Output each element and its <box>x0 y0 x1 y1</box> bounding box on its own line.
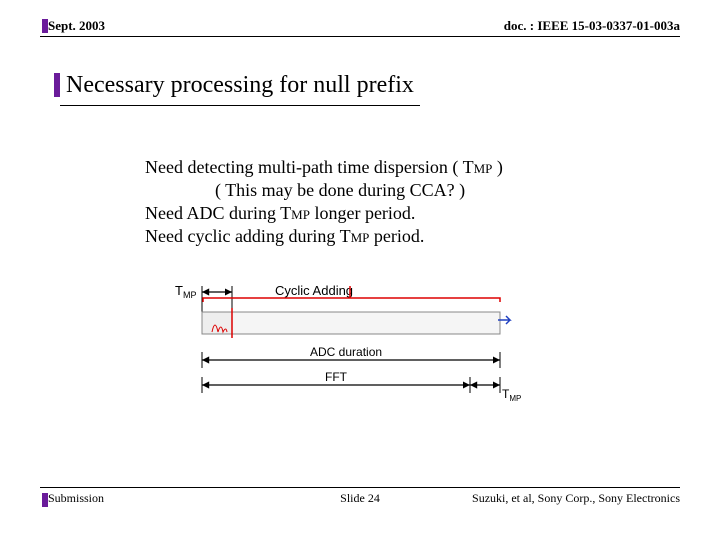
body-line-1b: ) <box>492 157 503 177</box>
body-line-3a: Need ADC during T <box>145 203 291 223</box>
body-line-3b: longer period. <box>310 203 415 223</box>
body-line-4-sub: MP <box>351 230 370 245</box>
body-line-2: ( This may be done during CCA? ) <box>145 179 503 202</box>
fig-tmp-sub: MP <box>183 290 197 300</box>
svg-text:TMP: TMP <box>175 283 196 300</box>
body-line-4b: period. <box>369 226 424 246</box>
svg-text:TMP: TMP <box>502 387 521 403</box>
body-line-1-sub: MP <box>474 161 493 176</box>
body-text-block: Need detecting multi-path time dispersio… <box>145 156 503 248</box>
body-line-1: Need detecting multi-path time dispersio… <box>145 156 503 179</box>
fig-cyclic-label: Cyclic Adding <box>275 283 353 298</box>
body-line-3: Need ADC during TMP longer period. <box>145 202 503 225</box>
fig-fft-label: FFT <box>325 370 348 384</box>
body-line-4a: Need cyclic adding during T <box>145 226 351 246</box>
page-title: Necessary processing for null prefix <box>66 72 414 98</box>
fig-tmp-label: T <box>175 283 183 298</box>
timing-diagram: TMP Cyclic Adding ADC duration FFT <box>170 280 550 430</box>
timing-diagram-svg: TMP Cyclic Adding ADC duration FFT <box>170 280 550 430</box>
fig-adc-label: ADC duration <box>310 345 382 359</box>
footer-authors: Suzuki, et al, Sony Corp., Sony Electron… <box>472 491 680 506</box>
body-line-4: Need cyclic adding during TMP period. <box>145 225 503 248</box>
header-docref: doc. : IEEE 15-03-0337-01-003a <box>504 18 680 34</box>
body-line-3-sub: MP <box>291 207 310 222</box>
header-bar: Sept. 2003 doc. : IEEE 15-03-0337-01-003… <box>40 18 680 37</box>
fig-tmp2-sub: MP <box>509 394 521 403</box>
header-date: Sept. 2003 <box>48 18 105 34</box>
title-underline: Necessary processing for null prefix <box>60 72 420 106</box>
footer-bar: Submission Slide 24 Suzuki, et al, Sony … <box>40 487 680 508</box>
body-line-1a: Need detecting multi-path time dispersio… <box>145 157 474 177</box>
